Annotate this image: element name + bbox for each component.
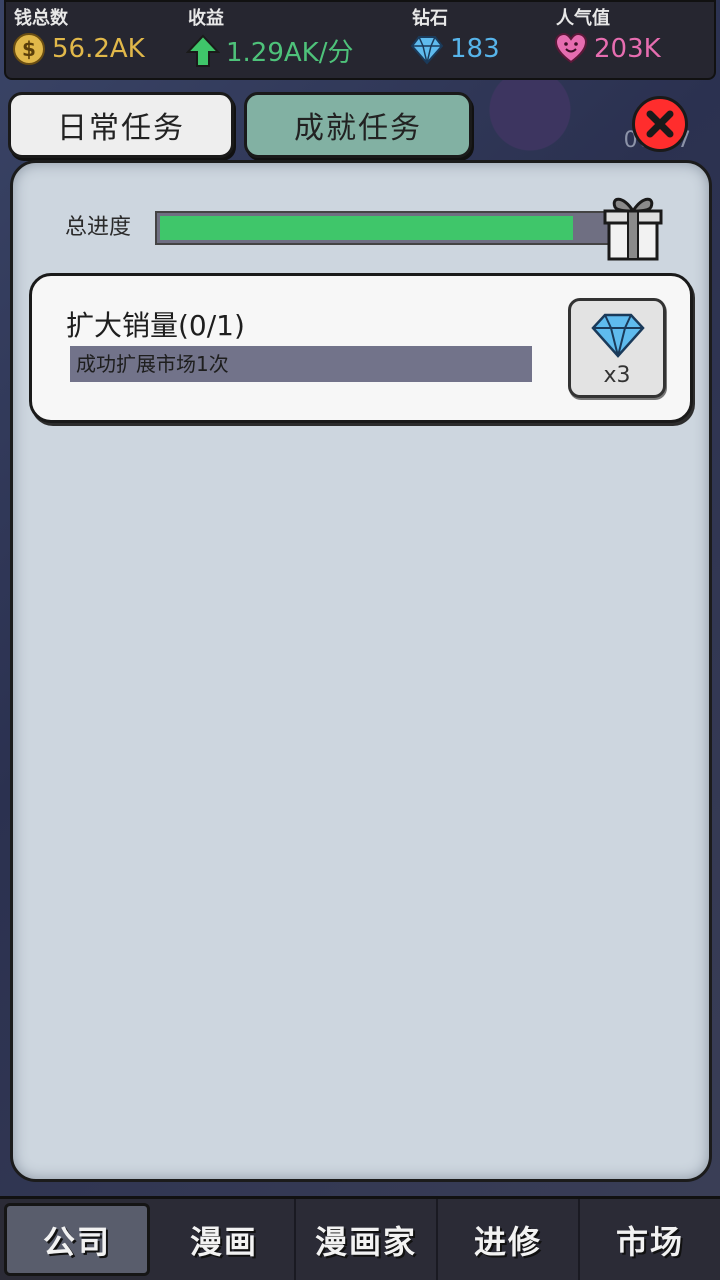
close-icon <box>646 110 674 138</box>
coin-icon: $ <box>13 33 45 65</box>
task-title: 扩大销量(0/1) <box>66 309 245 342</box>
task-card: 扩大销量(0/1) 成功扩展市场1次 x3 <box>29 273 693 423</box>
nav-item-training[interactable]: 进修 <box>438 1199 580 1280</box>
stat-money-value: 56.2AK <box>52 34 145 64</box>
overall-progress-bar <box>155 211 625 245</box>
stat-fame: 人气值 203K <box>550 2 718 80</box>
stat-money-label: 钱总数 <box>14 8 68 29</box>
task-description: 成功扩展市场1次 <box>70 346 532 382</box>
stats-bar: 钱总数 $ 56.2AK 收益 1.29AK/分 钻石 183 人气值 203K <box>4 0 716 80</box>
arrow-up-icon <box>186 34 220 67</box>
nav-item-comics[interactable]: 漫画 <box>154 1199 296 1280</box>
nav-item-company[interactable]: 公司 <box>4 1203 150 1276</box>
stat-diamond: 钻石 183 <box>406 2 546 80</box>
task-reward-count: x3 <box>603 363 631 388</box>
nav-item-artists[interactable]: 漫画家 <box>296 1199 438 1280</box>
close-button[interactable] <box>632 96 688 152</box>
task-panel: 总进度 扩大销量(0/1) 成功扩展市场1次 x3 <box>10 160 712 1182</box>
nav-item-market[interactable]: 市场 <box>580 1199 720 1280</box>
stat-diamond-label: 钻石 <box>412 8 448 29</box>
svg-text:$: $ <box>22 37 36 61</box>
heart-face-icon <box>554 32 588 64</box>
bottom-nav: 公司 漫画 漫画家 进修 市场 <box>0 1196 720 1280</box>
tab-daily-tasks[interactable]: 日常任务 <box>8 92 234 158</box>
stat-diamond-value: 183 <box>450 34 500 64</box>
diamond-icon <box>410 36 444 65</box>
stat-fame-label: 人气值 <box>556 8 610 29</box>
stat-income-label: 收益 <box>188 8 224 29</box>
stat-money: 钱总数 $ 56.2AK <box>8 2 178 80</box>
overall-progress-label: 总进度 <box>65 215 132 240</box>
overall-progress-fill <box>160 216 574 240</box>
stat-income: 收益 1.29AK/分 <box>182 2 402 80</box>
tab-achievement-tasks[interactable]: 成就任务 <box>244 92 472 158</box>
task-reward-button[interactable]: x3 <box>568 298 666 398</box>
gift-icon[interactable] <box>597 187 669 263</box>
stat-income-value: 1.29AK/分 <box>226 38 354 68</box>
diamond-icon <box>591 313 645 358</box>
stat-fame-value: 203K <box>594 34 661 64</box>
